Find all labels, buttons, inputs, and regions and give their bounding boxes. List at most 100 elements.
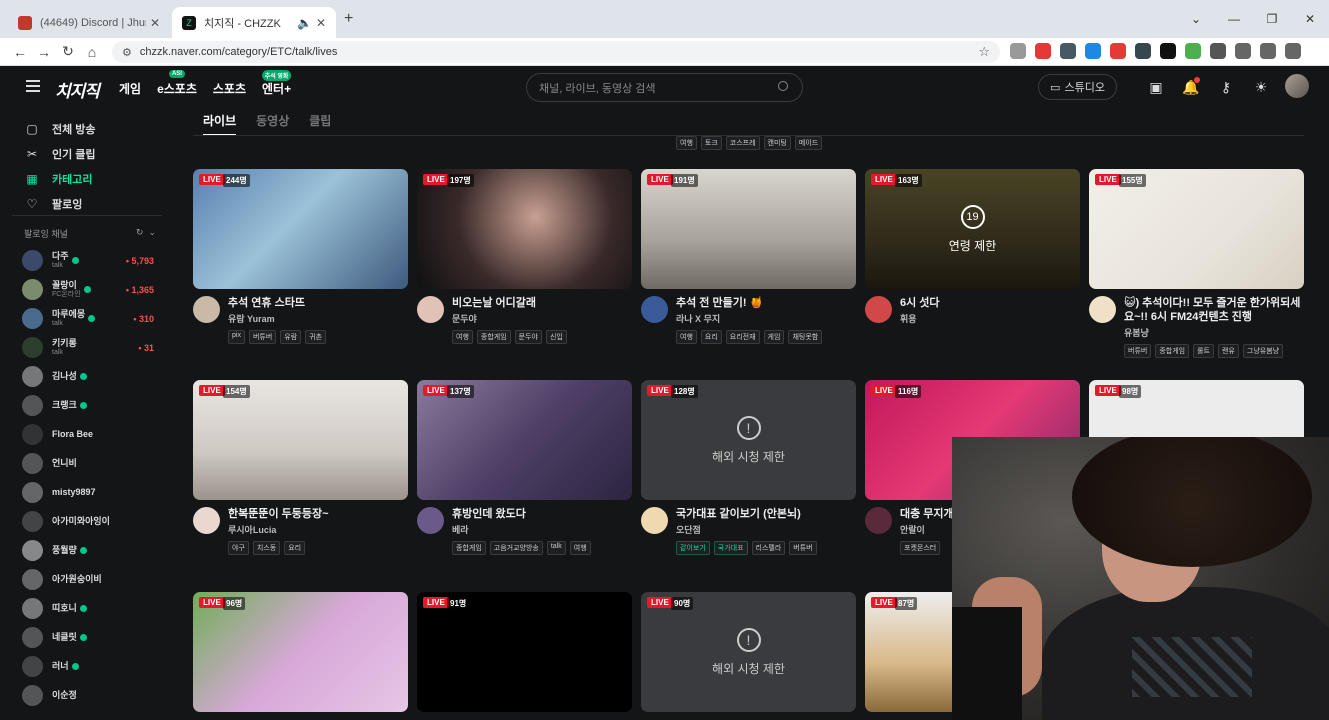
stream-tag[interactable]: 여행 xyxy=(569,541,591,555)
stream-title[interactable]: 추석 연휴 스타뜨 xyxy=(228,296,408,310)
following-item[interactable]: 이순정 xyxy=(22,681,162,710)
stream-tag[interactable]: talk xyxy=(546,541,566,555)
stream-tag[interactable]: 고음거교양방송 xyxy=(489,541,543,555)
following-item[interactable]: 언니비 xyxy=(22,449,162,478)
live-thumbnail[interactable]: LIVE 197명 xyxy=(417,169,632,289)
stream-title[interactable]: 추석 전 만들기! 🍯 xyxy=(676,296,856,310)
extension-icon[interactable] xyxy=(1210,43,1226,59)
live-thumbnail[interactable]: LIVE 155명 xyxy=(1089,169,1304,289)
following-item[interactable]: 키키롱 talk • 31 xyxy=(22,333,162,362)
avatar[interactable] xyxy=(865,507,892,534)
nav-item-enter[interactable]: 추석 영화 엔터+ xyxy=(261,70,292,97)
stream-tag[interactable]: 여행 xyxy=(676,330,697,344)
search-input[interactable]: 채널, 라이브, 동영상 검색 xyxy=(526,73,803,102)
stream-title[interactable]: 비오는날 어디갈래 xyxy=(452,296,632,310)
stream-tag[interactable]: 게임 xyxy=(763,330,785,344)
close-tab-icon[interactable]: ✕ xyxy=(316,16,326,30)
tab-live[interactable]: 라이브 xyxy=(203,112,237,136)
extension-icon[interactable] xyxy=(1235,43,1251,59)
stream-tag[interactable]: 종합게임 xyxy=(1155,344,1190,358)
sun-icon[interactable]: ☀ xyxy=(1251,78,1271,96)
sidebar-item-following[interactable]: ♡ 팔로잉 xyxy=(24,191,96,216)
nav-item-esports[interactable]: ASI e스포츠 xyxy=(157,70,197,97)
avatar[interactable] xyxy=(1089,296,1116,323)
avatar[interactable] xyxy=(193,296,220,323)
stream-tag[interactable]: 같이보기 xyxy=(676,541,710,555)
wallet-icon[interactable]: ▣ xyxy=(1146,78,1166,96)
extension-icon[interactable] xyxy=(1160,43,1176,59)
stream-title[interactable]: 휴방인데 왔도다 xyxy=(452,507,632,521)
stream-tag[interactable]: 종합게임 xyxy=(452,541,486,555)
extension-icon[interactable] xyxy=(1285,43,1301,59)
following-item[interactable]: 마루에몽 talk • 310 xyxy=(22,304,162,333)
reload-icon[interactable]: ↻ xyxy=(56,43,80,60)
extension-icon[interactable] xyxy=(1110,43,1126,59)
stream-tag[interactable]: 요리전재 xyxy=(725,330,760,344)
extension-icon[interactable] xyxy=(1185,43,1201,59)
channel-name[interactable]: 유봄냥 xyxy=(1124,326,1149,339)
stream-tag[interactable]: 국가대표 xyxy=(713,541,748,555)
channel-name[interactable]: 안랄이 xyxy=(900,523,925,536)
nav-item-sports[interactable]: 스포츠 xyxy=(213,80,246,97)
stream-title[interactable]: 국가대표 같이보기 (안본뇌) xyxy=(676,507,856,521)
key-icon[interactable]: ⚷ xyxy=(1216,78,1236,96)
live-thumbnail[interactable]: LIVE 91명 xyxy=(417,592,632,712)
live-thumbnail[interactable]: LIVE 191명 xyxy=(641,169,856,289)
following-item[interactable]: Flora Bee xyxy=(22,420,162,449)
stream-tag[interactable]: 신입 xyxy=(545,330,567,344)
minimize-icon[interactable]: — xyxy=(1215,0,1253,38)
avatar[interactable] xyxy=(193,507,220,534)
forward-icon[interactable]: → xyxy=(32,44,56,60)
live-thumbnail[interactable]: LIVE 244명 xyxy=(193,169,408,289)
browser-tab-discord[interactable]: (44649) Discord | Jhunter, R ✕ xyxy=(8,7,170,38)
stream-tag[interactable]: 치스동 xyxy=(252,541,281,555)
stream-tag[interactable]: 버튜버 xyxy=(248,330,277,344)
channel-name[interactable]: 루시아Lucia xyxy=(228,523,276,536)
following-item[interactable]: 아가미와아잉이 xyxy=(22,507,162,536)
stream-tag[interactable]: pix xyxy=(228,330,245,344)
following-item[interactable]: 꼴랑이 FC온라인 • 1,365 xyxy=(22,275,162,304)
extension-icon[interactable] xyxy=(1085,43,1101,59)
stream-title[interactable]: 한복뚠뚠이 두둥등장~ xyxy=(228,507,408,521)
category-tag[interactable]: 토크 xyxy=(700,136,722,150)
stream-tag[interactable]: 롤트 xyxy=(1193,344,1214,358)
following-item[interactable]: 다주 talk • 5,793 xyxy=(22,246,162,275)
tab-clips[interactable]: 클립 xyxy=(309,112,331,136)
stream-tag[interactable]: 문두야 xyxy=(514,330,542,344)
extension-icon[interactable] xyxy=(1260,43,1276,59)
stream-tag[interactable]: 유람 xyxy=(280,330,302,344)
browser-tab-chzzk[interactable]: Z 치지직 - CHZZK 🔈 ✕ xyxy=(172,7,336,38)
live-thumbnail[interactable]: ! 해외 시청 제한 LIVE 128명 xyxy=(641,380,856,500)
stream-tag[interactable]: 귀촌 xyxy=(305,330,327,344)
stream-title[interactable]: 😺) 추석이다!! 모두 즐거운 한가위되세요~!! 6시 FM24컨텐츠 진행 xyxy=(1124,296,1304,324)
menu-icon[interactable] xyxy=(26,80,40,92)
stream-tag[interactable]: 랜유 xyxy=(1217,344,1239,358)
nav-item-game[interactable]: 게임 xyxy=(119,80,141,97)
bell-icon[interactable]: 🔔 xyxy=(1181,77,1201,96)
stream-tag[interactable]: 그냥유봄냥 xyxy=(1242,344,1284,358)
extension-icon[interactable] xyxy=(1135,43,1151,59)
stream-tag[interactable]: 버튜버 xyxy=(789,541,817,555)
category-tag[interactable]: 코스프레 xyxy=(725,136,760,150)
channel-name[interactable]: 오단점 xyxy=(676,523,701,536)
url-bar[interactable]: ⚙ chzzk.naver.com/category/ETC/talk/live… xyxy=(112,41,1000,63)
extension-icon[interactable] xyxy=(1060,43,1076,59)
avatar[interactable] xyxy=(1285,74,1309,98)
extension-icon[interactable] xyxy=(1010,43,1026,59)
avatar[interactable] xyxy=(417,507,444,534)
avatar[interactable] xyxy=(865,296,892,323)
following-item[interactable]: 아가원숭이비 xyxy=(22,565,162,594)
following-item[interactable]: 띠호니 xyxy=(22,594,162,623)
restore-icon[interactable]: ❐ xyxy=(1253,0,1291,38)
category-tag[interactable]: 메이드 xyxy=(794,136,823,150)
home-icon[interactable]: ⌂ xyxy=(80,44,104,60)
stream-tag[interactable]: 리스펠라 xyxy=(751,541,786,555)
chevron-down-icon[interactable]: ⌄ xyxy=(148,227,156,237)
following-item[interactable]: 러너 xyxy=(22,652,162,681)
chevron-down-icon[interactable]: ⌄ xyxy=(1177,0,1215,38)
stream-tag[interactable]: 버튜버 xyxy=(1124,344,1152,358)
category-tag[interactable]: 캔미팅 xyxy=(763,136,791,150)
stream-tag[interactable]: 여행 xyxy=(452,330,473,344)
bookmark-star-icon[interactable]: ☆ xyxy=(978,44,990,60)
stream-tag[interactable]: 요리 xyxy=(700,330,722,344)
